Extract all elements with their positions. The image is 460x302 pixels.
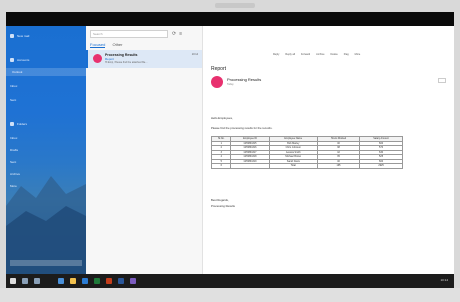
message-date: Today xyxy=(227,83,234,86)
signoff-text: Best Regards, xyxy=(211,198,229,202)
nav-item-folder-inbox[interactable]: Inbox xyxy=(10,134,17,142)
nav-item-accounts[interactable]: Accounts xyxy=(10,56,29,64)
table-cell: 195 xyxy=(316,163,361,169)
start-icon[interactable] xyxy=(10,278,16,284)
file-explorer-icon[interactable] xyxy=(70,278,76,284)
task-view-icon[interactable] xyxy=(34,278,40,284)
message-list-pane: Search ⟳≡ Focused Other Processing Resul… xyxy=(86,26,203,274)
nav-item-label: More xyxy=(10,184,17,188)
nav-item-label: Sent xyxy=(10,160,17,164)
compose-icon xyxy=(10,34,14,38)
window-title-bar xyxy=(6,12,454,26)
flag-button[interactable]: Flag xyxy=(344,53,349,59)
taskbar: 10:14 xyxy=(6,274,454,288)
nav-item-folders[interactable]: Folders xyxy=(10,120,27,128)
nav-item-outlook[interactable]: Outlook xyxy=(6,68,86,76)
forward-button[interactable]: Forward xyxy=(301,53,310,59)
reading-pane: Reply Reply all Forward Archive Delete F… xyxy=(203,26,454,274)
tab-focused[interactable]: Focused xyxy=(90,42,106,48)
nav-item-label: Outlook xyxy=(12,70,23,74)
tab-other[interactable]: Other xyxy=(112,42,122,47)
delete-button[interactable]: Delete xyxy=(331,53,338,59)
person-icon xyxy=(10,58,14,62)
nav-item-label: Drafts xyxy=(10,148,19,152)
excel-icon[interactable] xyxy=(94,278,100,284)
nav-item-label: Inbox xyxy=(10,84,18,88)
search-input[interactable]: Search xyxy=(90,30,168,38)
nav-item-inbox[interactable]: Inbox xyxy=(10,82,17,90)
results-table: Sl.No. Employee ID Employee Name Hours W… xyxy=(210,136,403,169)
nav-item-archive[interactable]: Archive xyxy=(10,170,20,178)
list-tabs: Focused Other xyxy=(90,42,128,48)
message-time: 10:14 xyxy=(191,53,198,56)
nav-item-label: Sent xyxy=(10,98,17,102)
nav-item-new-mail[interactable]: New mail xyxy=(10,32,29,40)
table-cell: 6 xyxy=(210,163,232,169)
nav-item-label: Archive xyxy=(10,172,21,176)
nav-item-label: Accounts xyxy=(17,58,30,62)
nav-item-sent[interactable]: Sent xyxy=(10,96,16,104)
message-toolbar: Reply Reply all Forward Archive Delete F… xyxy=(273,53,453,59)
intro-text: Please find the processing results for t… xyxy=(211,126,273,130)
expand-button[interactable] xyxy=(438,78,446,83)
word-icon[interactable] xyxy=(118,278,124,284)
reply-all-button[interactable]: Reply all xyxy=(285,53,295,59)
edge-browser-icon[interactable] xyxy=(82,278,88,284)
mail-app-icon[interactable] xyxy=(58,278,64,284)
system-clock[interactable]: 10:14 xyxy=(440,278,448,282)
search-icon[interactable] xyxy=(22,278,28,284)
more-button[interactable]: More xyxy=(355,53,361,59)
nav-item-label: Inbox xyxy=(10,136,18,140)
mountain-background xyxy=(6,176,86,274)
filter-icon[interactable]: ≡ xyxy=(179,31,185,37)
archive-button[interactable]: Archive xyxy=(316,53,324,59)
nav-item-label: Folders xyxy=(17,122,28,126)
folder-icon xyxy=(10,122,14,126)
table-cell xyxy=(230,163,270,169)
nav-item-drafts[interactable]: Drafts xyxy=(10,146,18,154)
mail-navigation-pane: New mail Accounts Outlook Inbox Sent Fol… xyxy=(6,26,86,274)
powerpoint-icon[interactable] xyxy=(106,278,112,284)
table-row: 6 Total 195 2925 xyxy=(210,163,403,169)
frame-handle xyxy=(215,3,255,8)
screen: New mail Accounts Outlook Inbox Sent Fol… xyxy=(6,12,454,288)
sender-name: Processing Results xyxy=(227,77,262,82)
list-item[interactable]: Processing Results Report Hi Emp, Please… xyxy=(86,50,202,68)
list-action-icons[interactable]: ⟳≡ xyxy=(172,31,185,37)
message-preview: Hi Emp, Please find the attached file... xyxy=(105,61,148,64)
reply-button[interactable]: Reply xyxy=(273,53,279,59)
avatar xyxy=(93,54,102,63)
signature-text: Processing Results xyxy=(211,204,235,208)
nav-item-folder-sent[interactable]: Sent xyxy=(10,158,16,166)
table-cell: 2925 xyxy=(359,163,403,169)
message-title: Report xyxy=(211,66,227,72)
nav-footer-bar[interactable] xyxy=(10,260,82,266)
outer-frame-right xyxy=(454,12,460,288)
nav-item-label: New mail xyxy=(17,34,30,38)
nav-item-more[interactable]: More xyxy=(10,182,17,190)
greeting-text: Hello Employees, xyxy=(211,116,233,120)
table-cell: Total xyxy=(268,163,318,169)
teams-icon[interactable] xyxy=(130,278,136,284)
outer-frame-top xyxy=(0,0,460,12)
outer-frame-bottom xyxy=(0,288,460,302)
sender-avatar xyxy=(211,76,223,88)
